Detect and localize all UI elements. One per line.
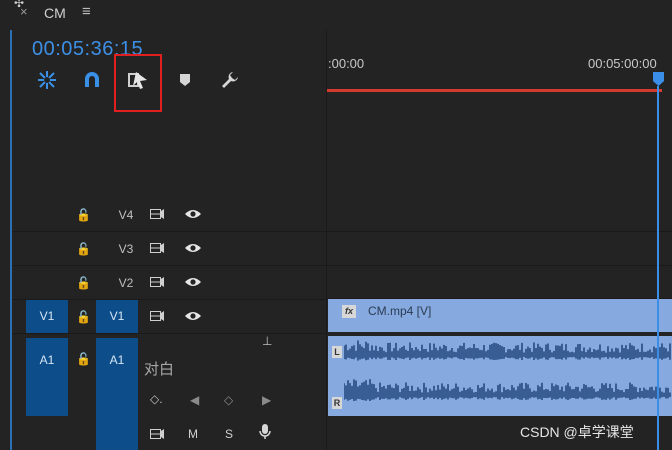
watermark-text: CSDN @卓学课堂: [520, 424, 634, 440]
snap-icon[interactable]: [33, 66, 61, 94]
work-area-bar[interactable]: [327, 89, 662, 92]
eye-icon[interactable]: [184, 242, 202, 254]
mute-button[interactable]: M: [188, 427, 198, 441]
right-channel-badge: R: [332, 397, 342, 409]
sequence-tab-title[interactable]: CM: [44, 5, 66, 21]
left-channel-badge: L: [332, 346, 342, 358]
track-target-v1[interactable]: V1: [96, 300, 138, 333]
track-header-a1[interactable]: A1 🔓 A1 ◇. ◀ ◇ ▶ M S ⊥: [12, 334, 326, 450]
sync-lock-icon[interactable]: [150, 277, 164, 287]
next-keyframe-icon[interactable]: ▶: [262, 393, 271, 407]
audio-track-label: 对白: [144, 361, 175, 378]
track-name: V2: [118, 276, 134, 290]
track-separator: [327, 265, 672, 266]
ruler-start-label: :00:00: [328, 56, 365, 71]
solo-button[interactable]: S: [225, 427, 233, 441]
ruler-end-label: 00:05:00:00: [588, 56, 657, 71]
sync-lock-icon[interactable]: [150, 311, 164, 321]
lock-icon[interactable]: 🔓: [76, 208, 91, 222]
track-header-v2[interactable]: 🔓 V2: [12, 266, 326, 300]
timeline-video-area[interactable]: [327, 196, 672, 298]
sequence-header: [0, 0, 672, 30]
source-patch-v1[interactable]: V1: [26, 300, 68, 333]
marker-icon[interactable]: [171, 66, 199, 94]
microphone-icon[interactable]: [259, 424, 271, 440]
track-header-v1[interactable]: V1 🔓 V1: [12, 300, 326, 334]
track-header-v4[interactable]: 🔓 V4: [12, 198, 326, 232]
track-separator: [327, 231, 672, 232]
linked-selection-icon[interactable]: [78, 66, 106, 94]
wrench-icon[interactable]: [216, 66, 244, 94]
track-resize-handle[interactable]: ⊥: [262, 334, 272, 348]
track-name: V4: [118, 208, 134, 222]
lock-icon[interactable]: 🔓: [76, 352, 91, 366]
playhead-line[interactable]: [657, 86, 659, 450]
video-clip-label: CM.mp4 [V]: [368, 304, 432, 318]
lock-icon[interactable]: 🔓: [76, 310, 91, 324]
keyframe-toggle-icon[interactable]: ◇.: [150, 392, 163, 406]
eye-icon[interactable]: [184, 276, 202, 288]
highlight-annotation-box: [114, 54, 162, 112]
track-name: V3: [118, 242, 134, 256]
close-sequence-button[interactable]: ×: [20, 4, 28, 19]
track-header-v3[interactable]: 🔓 V3: [12, 232, 326, 266]
prev-keyframe-icon[interactable]: ◀: [190, 393, 199, 407]
source-patch-a1[interactable]: A1: [26, 338, 68, 416]
lock-icon[interactable]: 🔓: [76, 242, 91, 256]
eye-icon[interactable]: [184, 310, 202, 322]
audio-waveform: [344, 340, 671, 402]
sync-lock-icon[interactable]: [150, 429, 164, 439]
track-target-a1[interactable]: A1: [96, 338, 138, 450]
panel-menu-icon[interactable]: ≡: [82, 3, 91, 20]
add-keyframe-icon[interactable]: ◇: [224, 393, 233, 407]
fx-badge: fx: [342, 305, 356, 318]
eye-icon[interactable]: [184, 208, 202, 220]
sync-lock-icon[interactable]: [150, 243, 164, 253]
sync-lock-icon[interactable]: [150, 209, 164, 219]
lock-icon[interactable]: 🔓: [76, 276, 91, 290]
